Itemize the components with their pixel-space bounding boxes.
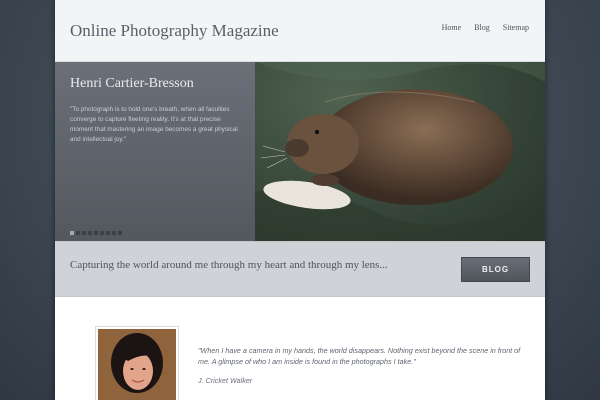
slider-dot[interactable] [118,231,122,235]
intro-section: "When I have a camera in my hands, the w… [55,297,545,400]
slider-dot[interactable] [94,231,98,235]
slider-pagination [70,231,122,235]
tagline: Capturing the world around me through my… [70,259,388,271]
slider-dot[interactable] [112,231,116,235]
avatar-frame [95,326,179,400]
blog-button[interactable]: BLOG [461,257,530,282]
slider-dot[interactable] [106,231,110,235]
slider-dot[interactable] [100,231,104,235]
nav-blog[interactable]: Blog [474,23,490,32]
author-portrait [98,329,176,400]
slide-title: Henri Cartier-Bresson [70,76,194,91]
intro-author: J. Cricket Walker [198,376,253,385]
slide-photo [255,62,545,241]
intro-quote: "When I have a camera in my hands, the w… [198,346,521,366]
site-title[interactable]: Online Photography Magazine [70,21,279,41]
nav-home[interactable]: Home [442,23,462,32]
nav-sitemap[interactable]: Sitemap [503,23,529,32]
slider-dot[interactable] [82,231,86,235]
tagline-bar: Capturing the world around me through my… [55,241,545,297]
nutria-photo [255,62,545,241]
slider-dot[interactable] [88,231,92,235]
slider-dot[interactable] [70,231,74,235]
slide-caption: Henri Cartier-Bresson "To photograph is … [55,62,255,241]
slide-quote: "To photograph is to hold one's breath, … [70,106,238,143]
main-nav: Home Blog Sitemap [442,23,529,32]
avatar [98,329,176,400]
slider-dot[interactable] [76,231,80,235]
page: Online Photography Magazine Home Blog Si… [55,0,545,400]
featured-slider: Henri Cartier-Bresson "To photograph is … [55,62,545,241]
header: Online Photography Magazine Home Blog Si… [55,0,545,62]
